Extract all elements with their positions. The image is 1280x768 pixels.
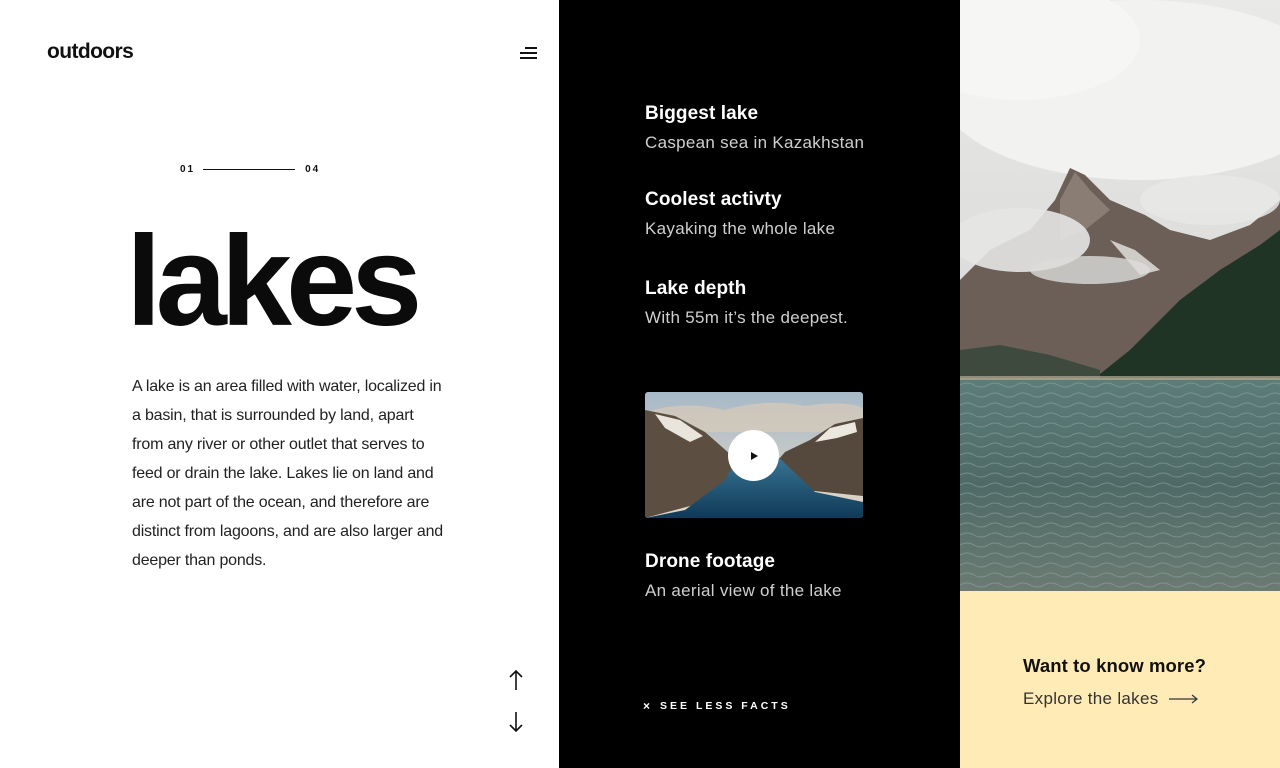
slide-pager: 01 04 <box>180 164 320 175</box>
explore-cta: Want to know more? Explore the lakes <box>960 591 1280 768</box>
right-panel: Want to know more? Explore the lakes <box>960 0 1280 768</box>
fact-title: Drone footage <box>645 551 776 572</box>
close-icon: × <box>643 699 651 713</box>
pager-total: 04 <box>305 164 321 175</box>
arrow-down-icon[interactable] <box>506 710 526 734</box>
fact-subtitle: With 55m it’s the deepest. <box>645 308 849 327</box>
fact-title: Biggest lake <box>645 103 759 124</box>
page-title: lakes <box>126 210 422 353</box>
hero-description: A lake is an area filled with water, loc… <box>132 378 443 569</box>
brand-logo[interactable]: outdoors <box>47 40 134 64</box>
left-panel: outdoors 01 04 lakes A lake is an area f… <box>0 0 559 768</box>
fact-subtitle: Caspean sea in Kazakhstan <box>645 133 865 152</box>
fact-subtitle: An aerial view of the lake <box>645 581 842 600</box>
see-less-label: SEE LESS FACTS <box>660 700 791 712</box>
fact-title: Lake depth <box>645 278 747 299</box>
cta-question: Want to know more? <box>1023 655 1207 676</box>
arrow-right-icon <box>1168 694 1198 704</box>
fact-biggest-lake: Biggest lake Caspean sea in Kazakhstan <box>645 103 864 153</box>
see-less-facts-button[interactable]: × SEE LESS FACTS <box>643 699 791 713</box>
fact-title: Coolest activty <box>645 189 782 210</box>
fact-drone-footage: Drone footage An aerial view of the lake <box>645 551 842 601</box>
explore-lakes-label: Explore the lakes <box>1023 689 1159 708</box>
hamburger-menu-icon[interactable] <box>519 46 537 62</box>
pager-current: 01 <box>180 164 196 175</box>
fact-subtitle: Kayaking the whole lake <box>645 219 836 238</box>
lake-photo <box>960 0 1280 591</box>
explore-lakes-link[interactable]: Explore the lakes <box>1023 689 1199 709</box>
play-icon[interactable] <box>728 430 779 481</box>
facts-panel: Biggest lake Caspean sea in Kazakhstan C… <box>559 0 960 768</box>
arrow-up-icon[interactable] <box>506 668 526 692</box>
fact-lake-depth: Lake depth With 55m it’s the deepest. <box>645 278 848 328</box>
drone-video-thumbnail[interactable] <box>645 392 863 518</box>
fact-coolest-activity: Coolest activty Kayaking the whole lake <box>645 189 835 239</box>
pager-progress-line <box>203 168 296 171</box>
